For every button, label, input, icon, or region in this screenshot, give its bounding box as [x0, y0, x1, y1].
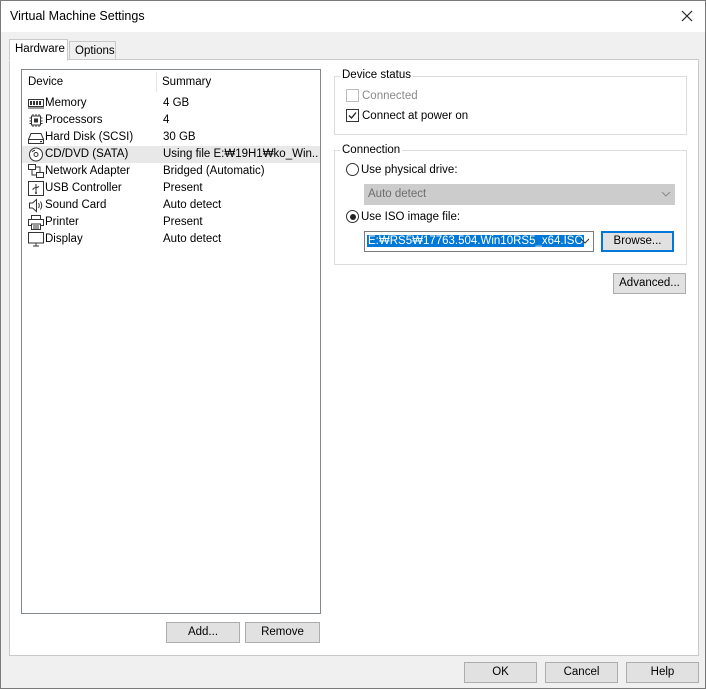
connected-checkbox[interactable] — [346, 89, 359, 102]
device-summary: Bridged (Automatic) — [163, 165, 265, 177]
tab-options[interactable]: Options — [69, 41, 116, 61]
device-row-display[interactable]: Display Auto detect — [22, 231, 320, 248]
device-name: CD/DVD (SATA) — [45, 148, 129, 160]
device-name: Hard Disk (SCSI) — [45, 131, 134, 143]
iso-image-radio[interactable] — [346, 210, 359, 223]
network-adapter-icon — [28, 164, 44, 179]
device-row-sound-card[interactable]: Sound Card Auto detect — [22, 197, 320, 214]
column-divider[interactable] — [156, 72, 157, 92]
physical-drive-radio[interactable] — [346, 163, 359, 176]
list-header: Device Summary — [22, 70, 320, 94]
monitor-icon — [28, 232, 44, 247]
device-row-processors[interactable]: Processors 4 — [22, 112, 320, 129]
iso-path-combo[interactable]: E:₩RS5₩17763.504.Win10RS5_x64.ISO — [364, 231, 594, 252]
add-button[interactable]: Add... — [166, 622, 240, 643]
device-row-cd-dvd[interactable]: CD/DVD (SATA) Using file E:₩19H1₩ko_Win.… — [22, 146, 320, 163]
device-summary: 30 GB — [163, 131, 196, 143]
device-status-group — [334, 76, 687, 135]
device-name: Printer — [45, 216, 79, 228]
device-summary: 4 — [163, 114, 170, 126]
speaker-icon — [28, 198, 44, 213]
connected-label: Connected — [362, 90, 418, 102]
device-list[interactable]: Device Summary Memory 4 GB Processors 4 … — [21, 69, 321, 614]
iso-image-label: Use ISO image file: — [361, 211, 461, 223]
device-summary: Auto detect — [163, 233, 222, 245]
device-row-usb-controller[interactable]: USB Controller Present — [22, 180, 320, 197]
device-name: USB Controller — [45, 182, 122, 194]
chevron-down-icon[interactable] — [580, 237, 590, 245]
cd-dvd-icon — [28, 147, 44, 162]
device-name: Processors — [45, 114, 103, 126]
device-summary: 4 GB — [163, 97, 190, 109]
memory-icon — [28, 96, 44, 111]
physical-drive-select[interactable]: Auto detect — [364, 184, 675, 205]
device-row-hard-disk[interactable]: Hard Disk (SCSI) 30 GB — [22, 129, 320, 146]
physical-drive-value: Auto detect — [368, 188, 427, 200]
browse-button[interactable]: Browse... — [601, 231, 674, 252]
connect-at-power-on-checkbox[interactable] — [346, 109, 359, 122]
device-summary: Auto detect — [163, 199, 222, 211]
tab-hardware-label: Hardware — [15, 43, 65, 55]
device-row-network-adapter[interactable]: Network Adapter Bridged (Automatic) — [22, 163, 320, 180]
iso-path-text[interactable]: E:₩RS5₩17763.504.Win10RS5_x64.ISO — [367, 235, 585, 247]
printer-icon — [28, 215, 44, 230]
device-name: Network Adapter — [45, 165, 131, 177]
tab-hardware[interactable]: Hardware — [9, 39, 68, 61]
device-name: Sound Card — [45, 199, 107, 211]
close-icon[interactable] — [677, 6, 697, 26]
chevron-down-icon — [661, 190, 671, 198]
column-header-summary[interactable]: Summary — [162, 76, 211, 88]
window-title: Virtual Machine Settings — [10, 9, 145, 23]
device-summary: Present — [163, 182, 203, 194]
ok-button[interactable]: OK — [464, 662, 537, 683]
usb-icon — [28, 181, 44, 196]
device-row-memory[interactable]: Memory 4 GB — [22, 95, 320, 112]
device-name: Display — [45, 233, 83, 245]
title-bar[interactable]: Virtual Machine Settings — [1, 1, 705, 32]
device-summary: Present — [163, 216, 203, 228]
device-name: Memory — [45, 97, 87, 109]
processor-icon — [28, 113, 44, 128]
connect-at-power-on-label: Connect at power on — [362, 110, 469, 122]
column-header-device[interactable]: Device — [28, 76, 63, 88]
cancel-button[interactable]: Cancel — [545, 662, 618, 683]
device-summary: Using file E:₩19H1₩ko_Win... — [163, 148, 318, 160]
remove-button[interactable]: Remove — [245, 622, 320, 643]
settings-window: Virtual Machine Settings Hardware Option… — [0, 0, 706, 689]
tab-options-label: Options — [75, 45, 115, 57]
physical-drive-label: Use physical drive: — [361, 164, 458, 176]
hard-disk-icon — [28, 130, 44, 145]
help-button[interactable]: Help — [626, 662, 699, 683]
radio-dot — [349, 213, 356, 220]
device-row-printer[interactable]: Printer Present — [22, 214, 320, 231]
device-status-title: Device status — [340, 69, 414, 81]
connection-title: Connection — [340, 144, 403, 156]
advanced-button[interactable]: Advanced... — [613, 273, 686, 294]
